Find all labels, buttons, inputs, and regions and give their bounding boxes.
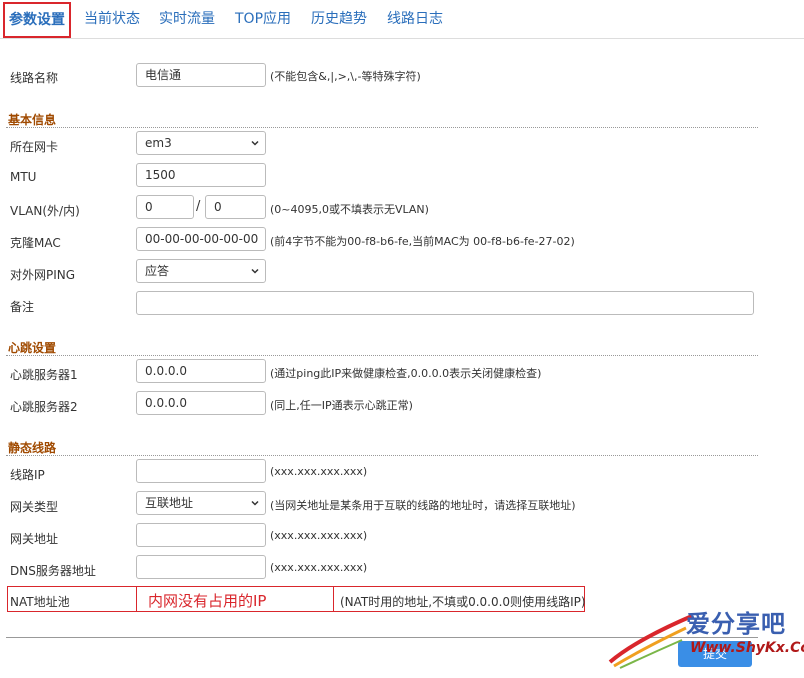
remark-label: 备注 <box>10 300 35 314</box>
watermark: 爱分享吧 Www.ShyKx.Com <box>606 606 804 672</box>
gateway-type-value: 互联地址 <box>145 496 194 510</box>
nat-pool-label: NAT地址池 <box>10 595 70 609</box>
heartbeat1-input[interactable]: 0.0.0.0 <box>136 359 266 383</box>
gateway-addr-input[interactable] <box>136 523 266 547</box>
dns-hint: (xxx.xxx.xxx.xxx) <box>270 561 368 574</box>
line-name-input[interactable]: 电信通 <box>136 63 266 87</box>
divider <box>6 455 758 456</box>
chevron-down-icon <box>251 268 259 274</box>
gateway-type-label: 网关类型 <box>10 500 59 514</box>
vlan-label: VLAN(外/内) <box>10 204 80 218</box>
line-ip-hint: (xxx.xxx.xxx.xxx) <box>270 465 368 478</box>
watermark-swoosh-icon <box>608 614 693 669</box>
line-ip-input[interactable] <box>136 459 266 483</box>
vlan-outer-input[interactable]: 0 <box>136 195 194 219</box>
mac-label: 克隆MAC <box>10 236 61 250</box>
mac-hint: (前4字节不能为00-f8-b6-fe,当前MAC为 00-f8-b6-fe-2… <box>270 235 575 248</box>
gateway-type-hint: (当网关地址是某条用于互联的线路的地址时，请选择互联地址) <box>270 499 576 512</box>
section-basic-info: 基本信息 <box>8 113 57 127</box>
vlan-inner-input[interactable]: 0 <box>205 195 266 219</box>
watermark-top: 爱分享吧 <box>686 610 786 638</box>
mtu-label: MTU <box>10 170 37 184</box>
tab-realtime-traffic[interactable]: 实时流量 <box>159 0 215 38</box>
heartbeat1-hint: (通过ping此IP来做健康检查,0.0.0.0表示关闭健康检查) <box>270 367 542 380</box>
gateway-addr-label: 网关地址 <box>10 532 59 546</box>
dns-label: DNS服务器地址 <box>10 564 96 578</box>
tab-line-log[interactable]: 线路日志 <box>387 0 443 38</box>
nic-select[interactable]: em3 <box>136 131 266 155</box>
nat-hint: (NAT时用的地址,不填或0.0.0.0则使用线路IP) <box>340 595 586 609</box>
divider <box>6 355 758 356</box>
tab-bar: 参数设置 当前状态 实时流量 TOP应用 历史趋势 线路日志 <box>0 0 804 39</box>
vlan-hint: (0~4095,0或不填表示无VLAN) <box>270 203 429 216</box>
ping-label: 对外网PING <box>10 268 76 282</box>
heartbeat2-label: 心跳服务器2 <box>10 400 78 414</box>
divider <box>6 127 758 128</box>
section-heartbeat: 心跳设置 <box>8 341 57 355</box>
line-name-hint: (不能包含&,|,>,\,-等特殊字符) <box>270 70 421 83</box>
remark-input[interactable] <box>136 291 754 315</box>
tab-history-trend[interactable]: 历史趋势 <box>311 0 367 38</box>
ping-select[interactable]: 应答 <box>136 259 266 283</box>
nat-annotation: 内网没有占用的IP <box>148 592 267 610</box>
nic-label: 所在网卡 <box>10 140 59 154</box>
mtu-input[interactable]: 1500 <box>136 163 266 187</box>
ping-select-value: 应答 <box>145 264 170 278</box>
vlan-separator: / <box>196 199 201 214</box>
gateway-type-select[interactable]: 互联地址 <box>136 491 266 515</box>
line-ip-label: 线路IP <box>10 468 45 482</box>
tab-current-status[interactable]: 当前状态 <box>84 0 140 38</box>
mac-input[interactable]: 00-00-00-00-00-00 <box>136 227 266 251</box>
heartbeat2-hint: (同上,任一IP通表示心跳正常) <box>270 399 413 412</box>
heartbeat2-input[interactable]: 0.0.0.0 <box>136 391 266 415</box>
chevron-down-icon <box>251 140 259 146</box>
heartbeat1-label: 心跳服务器1 <box>10 368 78 382</box>
gateway-addr-hint: (xxx.xxx.xxx.xxx) <box>270 529 368 542</box>
chevron-down-icon <box>251 500 259 506</box>
nic-select-value: em3 <box>145 136 172 150</box>
section-static-line: 静态线路 <box>8 441 57 455</box>
line-name-label: 线路名称 <box>10 71 59 85</box>
tab-params[interactable]: 参数设置 <box>3 2 71 38</box>
dns-input[interactable] <box>136 555 266 579</box>
watermark-bottom: Www.ShyKx.Com <box>690 640 804 656</box>
tab-top-apps[interactable]: TOP应用 <box>235 0 291 38</box>
